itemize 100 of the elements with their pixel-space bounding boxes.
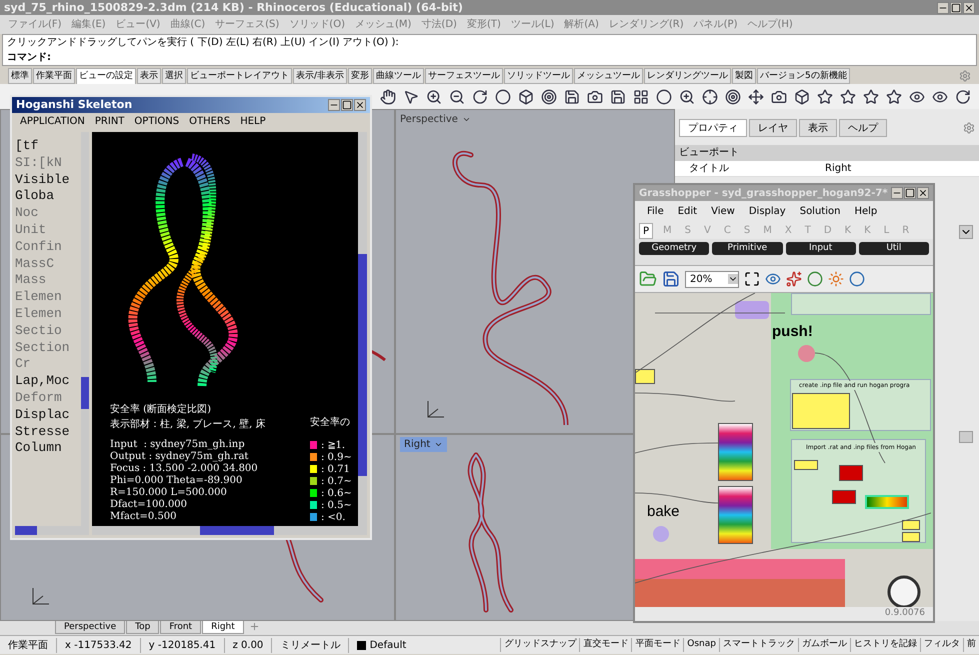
menu-item[interactable]: Help	[854, 204, 878, 218]
toolbar-tab[interactable]: サーフェスツール	[425, 68, 504, 84]
status-toggle[interactable]: Osnap	[683, 638, 719, 652]
menu-item[interactable]: Edit	[678, 204, 698, 218]
minimize-icon[interactable]	[328, 99, 340, 111]
viewport-title[interactable]: Right	[400, 437, 448, 452]
panel-tab[interactable]: レイヤ	[749, 119, 797, 137]
zoom-select[interactable]: 20%	[685, 270, 739, 288]
panel-tab[interactable]: ヘルプ	[839, 119, 887, 137]
target-icon[interactable]	[725, 88, 741, 104]
result-list-item[interactable]: Globa	[15, 188, 54, 206]
toolbar-tab[interactable]: 表示/非表示	[293, 68, 348, 84]
star-icon[interactable]	[840, 88, 856, 104]
camera-icon[interactable]	[587, 88, 603, 104]
zoom-in-icon[interactable]	[679, 88, 695, 104]
panel-tab[interactable]: 表示	[799, 119, 837, 137]
caret-icon[interactable]	[434, 440, 444, 449]
button-node[interactable]	[653, 526, 669, 542]
save-icon[interactable]	[662, 270, 680, 288]
eye-icon[interactable]	[932, 88, 948, 104]
menu-item[interactable]: HELP	[240, 114, 266, 128]
menu-item[interactable]: PRINT	[94, 114, 124, 128]
navigation-dial-icon[interactable]	[887, 575, 921, 607]
toolbar-tab[interactable]: 曲線ツール	[373, 68, 424, 84]
panel-tab[interactable]: プロパティ	[679, 119, 747, 137]
category-dropdown[interactable]: Primitive	[712, 242, 782, 255]
viewport-tab[interactable]: Right	[202, 621, 244, 634]
menu-item[interactable]: OPTIONS	[134, 114, 180, 128]
category-dropdown[interactable]: Input	[786, 242, 856, 255]
result-list-item[interactable]: Visible	[15, 172, 70, 188]
layer-name[interactable]: Default	[366, 638, 410, 652]
zoom-in-icon[interactable]	[426, 88, 442, 104]
circle-icon[interactable]	[656, 88, 672, 104]
star-icon[interactable]	[863, 88, 879, 104]
close-icon[interactable]	[917, 187, 929, 199]
target-icon[interactable]	[541, 88, 557, 104]
sphere-icon[interactable]	[849, 271, 865, 287]
folder-icon[interactable]	[639, 270, 657, 288]
menu-item[interactable]: APPLICATION	[20, 114, 85, 128]
viewport-tab[interactable]: Perspective	[55, 621, 126, 634]
result-list-item[interactable]: Lap,Moc	[15, 373, 70, 390]
caret-icon[interactable]	[462, 115, 471, 124]
result-list-item[interactable]: Displac	[15, 406, 70, 424]
close-icon[interactable]	[354, 99, 366, 111]
close-icon[interactable]	[963, 2, 975, 14]
toolbar-tab[interactable]: ビューの設定	[76, 68, 136, 84]
star-icon[interactable]	[886, 88, 902, 104]
result-list-item[interactable]: [tf	[15, 138, 38, 155]
status-toggle[interactable]: フィルタ	[920, 638, 963, 652]
status-toggle[interactable]: 前	[963, 638, 979, 652]
caret-icon[interactable]	[728, 274, 738, 284]
cube-icon[interactable]	[794, 88, 810, 104]
menu-item[interactable]: Display	[748, 204, 786, 218]
rotate-icon[interactable]	[955, 88, 971, 104]
menu-item[interactable]: Solution	[800, 204, 840, 218]
status-toggle[interactable]: ガムボール	[798, 638, 850, 652]
result-list-item[interactable]: Column	[15, 440, 62, 458]
toolbar-tab[interactable]: バージョン5の新機能	[757, 68, 850, 84]
result-list-item[interactable]: Stresse	[15, 424, 70, 440]
rotate-icon[interactable]	[472, 88, 488, 104]
status-toggle[interactable]: スマートトラック	[719, 638, 798, 652]
toolbar-tab[interactable]: 作業平面	[33, 68, 75, 84]
status-toggle[interactable]: ヒストリを記録	[850, 638, 920, 652]
add-tab-icon[interactable]	[248, 621, 260, 632]
toolbar-tab[interactable]: ビューポートレイアウト	[187, 68, 292, 84]
toolbar-tab[interactable]: メッシュツール	[574, 68, 644, 84]
camera-icon[interactable]	[771, 88, 787, 104]
hand-icon[interactable]	[380, 88, 396, 104]
eye-icon[interactable]	[909, 88, 925, 104]
toolbar-tab[interactable]: 標準	[8, 68, 32, 84]
maximize-icon[interactable]	[950, 2, 962, 14]
maximize-icon[interactable]	[904, 187, 916, 199]
status-toggle[interactable]: グリッドスナップ	[500, 638, 580, 652]
toolbar-tab[interactable]: レンダリングツール	[644, 68, 732, 84]
toolbar-tab[interactable]: 選択	[162, 68, 186, 84]
menu-item[interactable]: File	[647, 204, 664, 218]
viewport-tab[interactable]: Front	[160, 621, 202, 634]
dropdown-icon[interactable]	[959, 225, 973, 239]
settings-icon[interactable]	[963, 122, 975, 134]
scrollbar[interactable]	[358, 132, 367, 526]
minimize-icon[interactable]	[891, 187, 903, 199]
circle-icon[interactable]	[495, 88, 511, 104]
toolbar-tab[interactable]: 製図	[732, 68, 756, 84]
grid-icon[interactable]	[633, 88, 649, 104]
scrollbar[interactable]	[15, 526, 89, 535]
toolbar-tab[interactable]: ソリッドツール	[504, 68, 574, 84]
category-dropdown[interactable]: Geometry	[639, 242, 710, 255]
toolbar-tab[interactable]: 表示	[137, 68, 161, 84]
menu-item[interactable]: OTHERS	[189, 114, 230, 128]
minimize-icon[interactable]	[937, 2, 949, 14]
star-icon[interactable]	[817, 88, 833, 104]
category-dropdown[interactable]: Util	[858, 242, 929, 255]
status-toggle[interactable]: 平面モード	[631, 638, 684, 652]
scrollbar[interactable]	[92, 526, 367, 535]
menu-item[interactable]: View	[711, 204, 735, 218]
cube-icon[interactable]	[518, 88, 534, 104]
zoom-out-icon[interactable]	[449, 88, 465, 104]
crosshair-icon[interactable]	[702, 88, 718, 104]
status-toggle[interactable]: 直交モード	[579, 638, 632, 652]
zoom-extents-icon[interactable]	[744, 271, 760, 287]
